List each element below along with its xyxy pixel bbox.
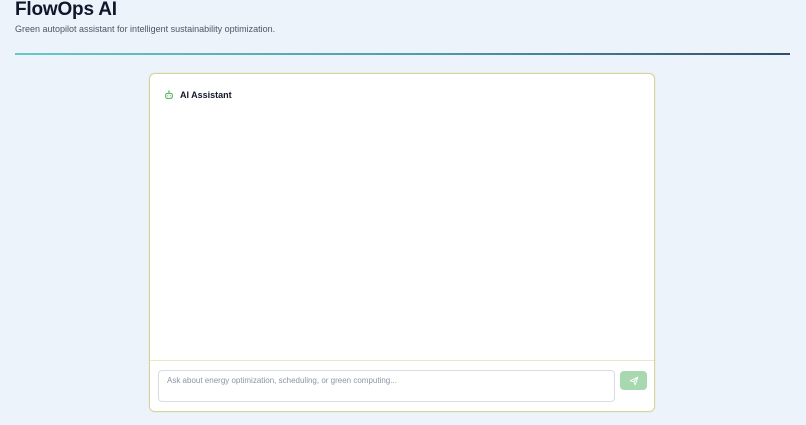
header-divider xyxy=(15,53,790,55)
chat-composer xyxy=(150,360,654,411)
chat-messages-area xyxy=(150,112,654,361)
chat-title: AI Assistant xyxy=(180,90,232,100)
bot-icon xyxy=(164,90,174,100)
page-subtitle: Green autopilot assistant for intelligen… xyxy=(15,24,276,34)
chat-header: AI Assistant xyxy=(164,88,232,102)
send-button[interactable] xyxy=(620,371,647,390)
page-title: FlowOps AI xyxy=(15,0,117,20)
chat-panel: AI Assistant xyxy=(149,73,655,412)
page: FlowOps AI Green autopilot assistant for… xyxy=(0,0,806,425)
chat-input[interactable] xyxy=(158,370,615,402)
send-icon xyxy=(629,376,638,385)
